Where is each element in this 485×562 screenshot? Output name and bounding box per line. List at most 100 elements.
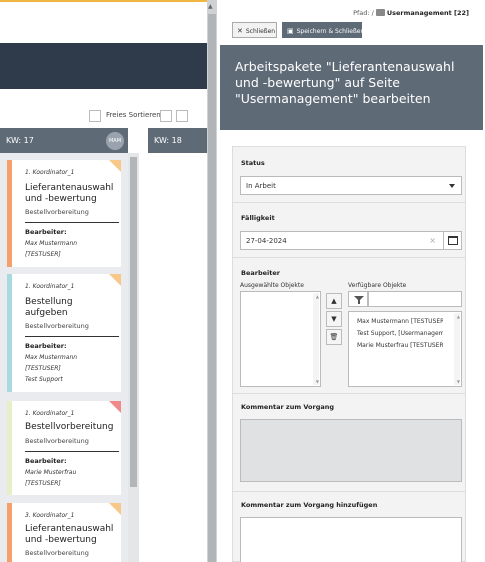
breadcrumb-prefix: Pfad: / [353, 9, 374, 17]
task-card[interactable]: 1. Koordinator_1 Lieferantenauswahl und … [7, 160, 121, 267]
card-subtitle: Bestellvorbereitung [25, 208, 89, 216]
scroll-down-arrow-icon[interactable]: ▼ [316, 379, 319, 384]
sort-checkbox[interactable] [89, 110, 101, 122]
scroll-down-arrow-icon[interactable]: ▼ [457, 379, 460, 384]
clear-icon[interactable]: × [429, 236, 436, 245]
delete-button[interactable]: 🗑 [326, 329, 342, 345]
status-select[interactable]: In Arbeit [240, 176, 462, 195]
filter-icon-stem [358, 300, 360, 304]
comment-label: Kommentar zum Vorgang [241, 403, 335, 411]
scroll-up-arrow-icon[interactable]: ▲ [208, 3, 213, 10]
breadcrumb: Pfad: / Usermanagement [22] [353, 9, 469, 17]
card-subtitle: Bestellvorbereitung [25, 322, 89, 330]
column-header-kw18: KW: 18 [148, 128, 207, 153]
form-divider [233, 491, 465, 492]
sort-label: Freies Sortieren [106, 111, 161, 119]
card-assignee-label: Bearbeiter: [25, 457, 67, 465]
scroll-up-arrow-icon[interactable]: ▲ [316, 294, 319, 299]
card-coordinator: 1. Koordinator_1 [25, 283, 75, 290]
form-divider [233, 257, 465, 258]
card-assignee-label: Bearbeiter: [25, 342, 67, 350]
kanban-board: Freies Sortieren KW: 17 MAM KW: 18 1. Ko… [0, 0, 207, 562]
form-divider [233, 393, 465, 394]
card-assignee: Max Mustermann [25, 354, 78, 361]
status-label: Status [241, 159, 265, 167]
list-item[interactable]: Test Support, [Usermanagement] [357, 330, 443, 337]
comment-display [240, 419, 462, 482]
app-root: Freies Sortieren KW: 17 MAM KW: 18 1. Ko… [0, 0, 485, 562]
card-subtitle: Bestellvorbereitung [25, 549, 89, 557]
move-up-button[interactable]: ▲ [326, 293, 342, 309]
card-title: Lieferantenauswahl und -bewertung [25, 524, 114, 545]
trash-icon: 🗑 [329, 333, 339, 341]
card-corner-flag [109, 160, 121, 172]
close-icon: ✕ [237, 27, 243, 35]
save-icon: ▣ [287, 27, 294, 35]
accent-line [0, 0, 207, 2]
card-assignee: [TESTUSER] [25, 480, 61, 487]
move-down-button[interactable]: ▼ [326, 311, 342, 327]
available-objects-list[interactable]: Max Mustermann [TESTUSER] Test Support, … [348, 311, 462, 387]
list-item[interactable]: Max Mustermann [TESTUSER] [357, 318, 443, 325]
list-scrollbar[interactable] [313, 293, 319, 385]
column-label: KW: 18 [154, 136, 182, 145]
card-assignee: Max Mustermann [25, 240, 78, 247]
due-date-input[interactable]: 27-04-2024 × [240, 231, 444, 250]
task-card[interactable]: 1. Koordinator_1 Bestellung aufgeben Bes… [7, 274, 121, 392]
split-scrollbar-thumb[interactable] [208, 14, 216, 562]
calendar-button[interactable] [443, 231, 462, 250]
card-assignee: Marie Musterfrau [25, 469, 77, 476]
chevron-down-icon [449, 184, 455, 188]
list-scrollbar[interactable] [454, 313, 460, 385]
card-subtitle: Bestellvorbereitung [25, 437, 89, 445]
calendar-icon [448, 236, 458, 245]
edit-panel: Pfad: / Usermanagement [22] ✕ Schließen ▣ S… [217, 0, 485, 562]
scroll-up-arrow-icon[interactable]: ▲ [457, 314, 460, 319]
edit-form: Status In Arbeit Fälligkeit 27-04-2024 ×… [232, 146, 466, 562]
card-coordinator: 1. Koordinator_1 [25, 410, 75, 417]
due-date-label: Fälligkeit [241, 214, 275, 222]
board-header-bar [0, 43, 207, 89]
panel-header: Arbeitspakete "Lieferantenauswahl und -b… [220, 45, 483, 130]
page-title: Arbeitspakete "Lieferantenauswahl und -b… [235, 59, 455, 106]
filter-button[interactable] [348, 291, 368, 307]
view-toggle-1[interactable] [160, 110, 172, 122]
card-separator [25, 222, 119, 223]
column-scrollbar-thumb[interactable] [130, 157, 137, 487]
card-assignee: Test Support [25, 376, 63, 383]
add-comment-input[interactable] [240, 517, 462, 562]
selected-objects-list[interactable]: ▲ ▼ [240, 291, 321, 387]
task-card[interactable]: 3. Koordinator_1 Lieferantenauswahl und … [7, 503, 121, 562]
save-button-label: Speichern & Schließen [296, 28, 365, 35]
card-title: Bestellung aufgeben [25, 297, 73, 318]
task-card[interactable]: 1. Koordinator_1 Bestellvorbereitung Bes… [7, 401, 121, 495]
assignee-label: Bearbeiter [241, 269, 280, 277]
save-and-close-button[interactable]: ▣ Speichern & Schließen [282, 22, 365, 38]
view-toggle-2[interactable] [176, 110, 188, 122]
user-badge[interactable]: MAM [106, 132, 124, 150]
folder-icon [375, 9, 385, 16]
card-corner-flag [109, 274, 121, 286]
add-comment-label: Kommentar zum Vorgang hinzufügen [241, 501, 378, 509]
column-label: KW: 17 [6, 136, 34, 145]
status-value: In Arbeit [246, 182, 276, 190]
card-separator [25, 336, 119, 337]
card-corner-flag [109, 503, 121, 515]
card-separator [25, 451, 119, 452]
arrow-up-icon: ▲ [331, 297, 337, 305]
arrow-down-icon: ▼ [331, 315, 337, 323]
card-title: Bestellvorbereitung [25, 422, 114, 432]
card-corner-flag [109, 401, 121, 413]
filter-input[interactable] [368, 291, 462, 307]
card-assignee: [TESTUSER] [25, 365, 61, 372]
card-assignee-label: Bearbeiter: [25, 228, 67, 236]
due-date-value: 27-04-2024 [246, 237, 287, 245]
close-button-label: Schließen [245, 28, 276, 35]
form-divider [233, 202, 465, 203]
close-button[interactable]: ✕ Schließen [232, 22, 277, 38]
card-title: Lieferantenauswahl und -bewertung [25, 183, 114, 204]
available-objects-label: Verfügbare Objekte [348, 282, 407, 289]
card-assignee: [TESTUSER] [25, 251, 61, 258]
list-item[interactable]: Marie Musterfrau [TESTUSER] [357, 342, 443, 349]
breadcrumb-current[interactable]: Usermanagement [22] [387, 9, 469, 17]
